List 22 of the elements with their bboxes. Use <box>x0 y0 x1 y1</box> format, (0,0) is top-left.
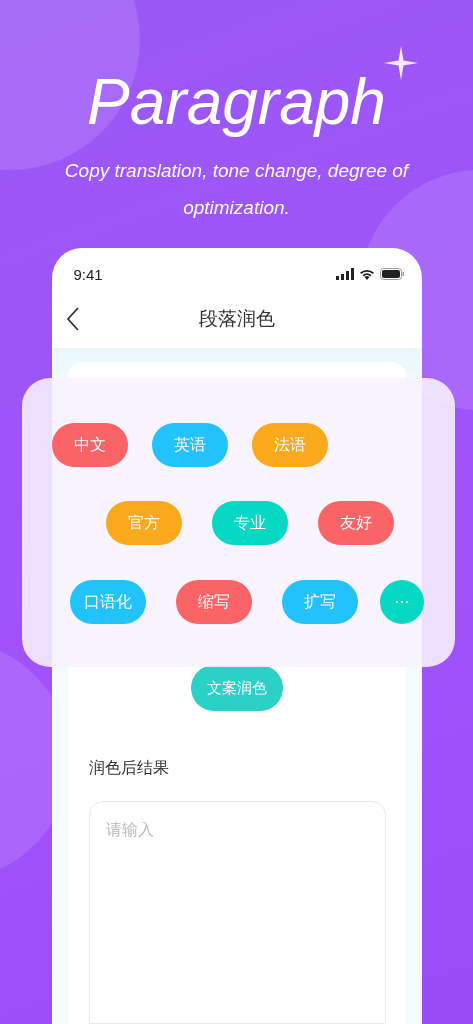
option-chip[interactable]: 官方 <box>106 501 182 545</box>
option-chip[interactable]: 扩写 <box>282 580 358 624</box>
option-chip[interactable]: 法语 <box>252 423 328 467</box>
subtitle: Copy translation, tone change, degree of optimization. <box>63 159 411 220</box>
option-chip[interactable]: 友好 <box>318 501 394 545</box>
page-title: 段落润色 <box>198 306 275 331</box>
section-label: 润色后结果 <box>88 758 170 779</box>
status-time: 9:41 <box>73 265 103 283</box>
wifi-icon <box>358 268 375 280</box>
polish-button[interactable]: 文案润色 <box>191 665 283 711</box>
battery-icon <box>379 268 404 280</box>
signal-icon <box>335 268 354 280</box>
option-chip[interactable]: 中文 <box>52 423 128 467</box>
result-field[interactable]: 请输入 <box>88 801 386 1024</box>
headline: Paragraph <box>87 65 386 140</box>
option-chip[interactable]: 英语 <box>152 423 228 467</box>
option-chip[interactable]: 口语化 <box>70 580 146 624</box>
option-chip[interactable]: 缩写 <box>176 580 252 624</box>
back-icon[interactable] <box>65 307 80 331</box>
option-chip[interactable]: 专业 <box>212 501 288 545</box>
sparkle-icon <box>384 46 418 80</box>
option-chip[interactable]: ··· <box>380 580 424 624</box>
